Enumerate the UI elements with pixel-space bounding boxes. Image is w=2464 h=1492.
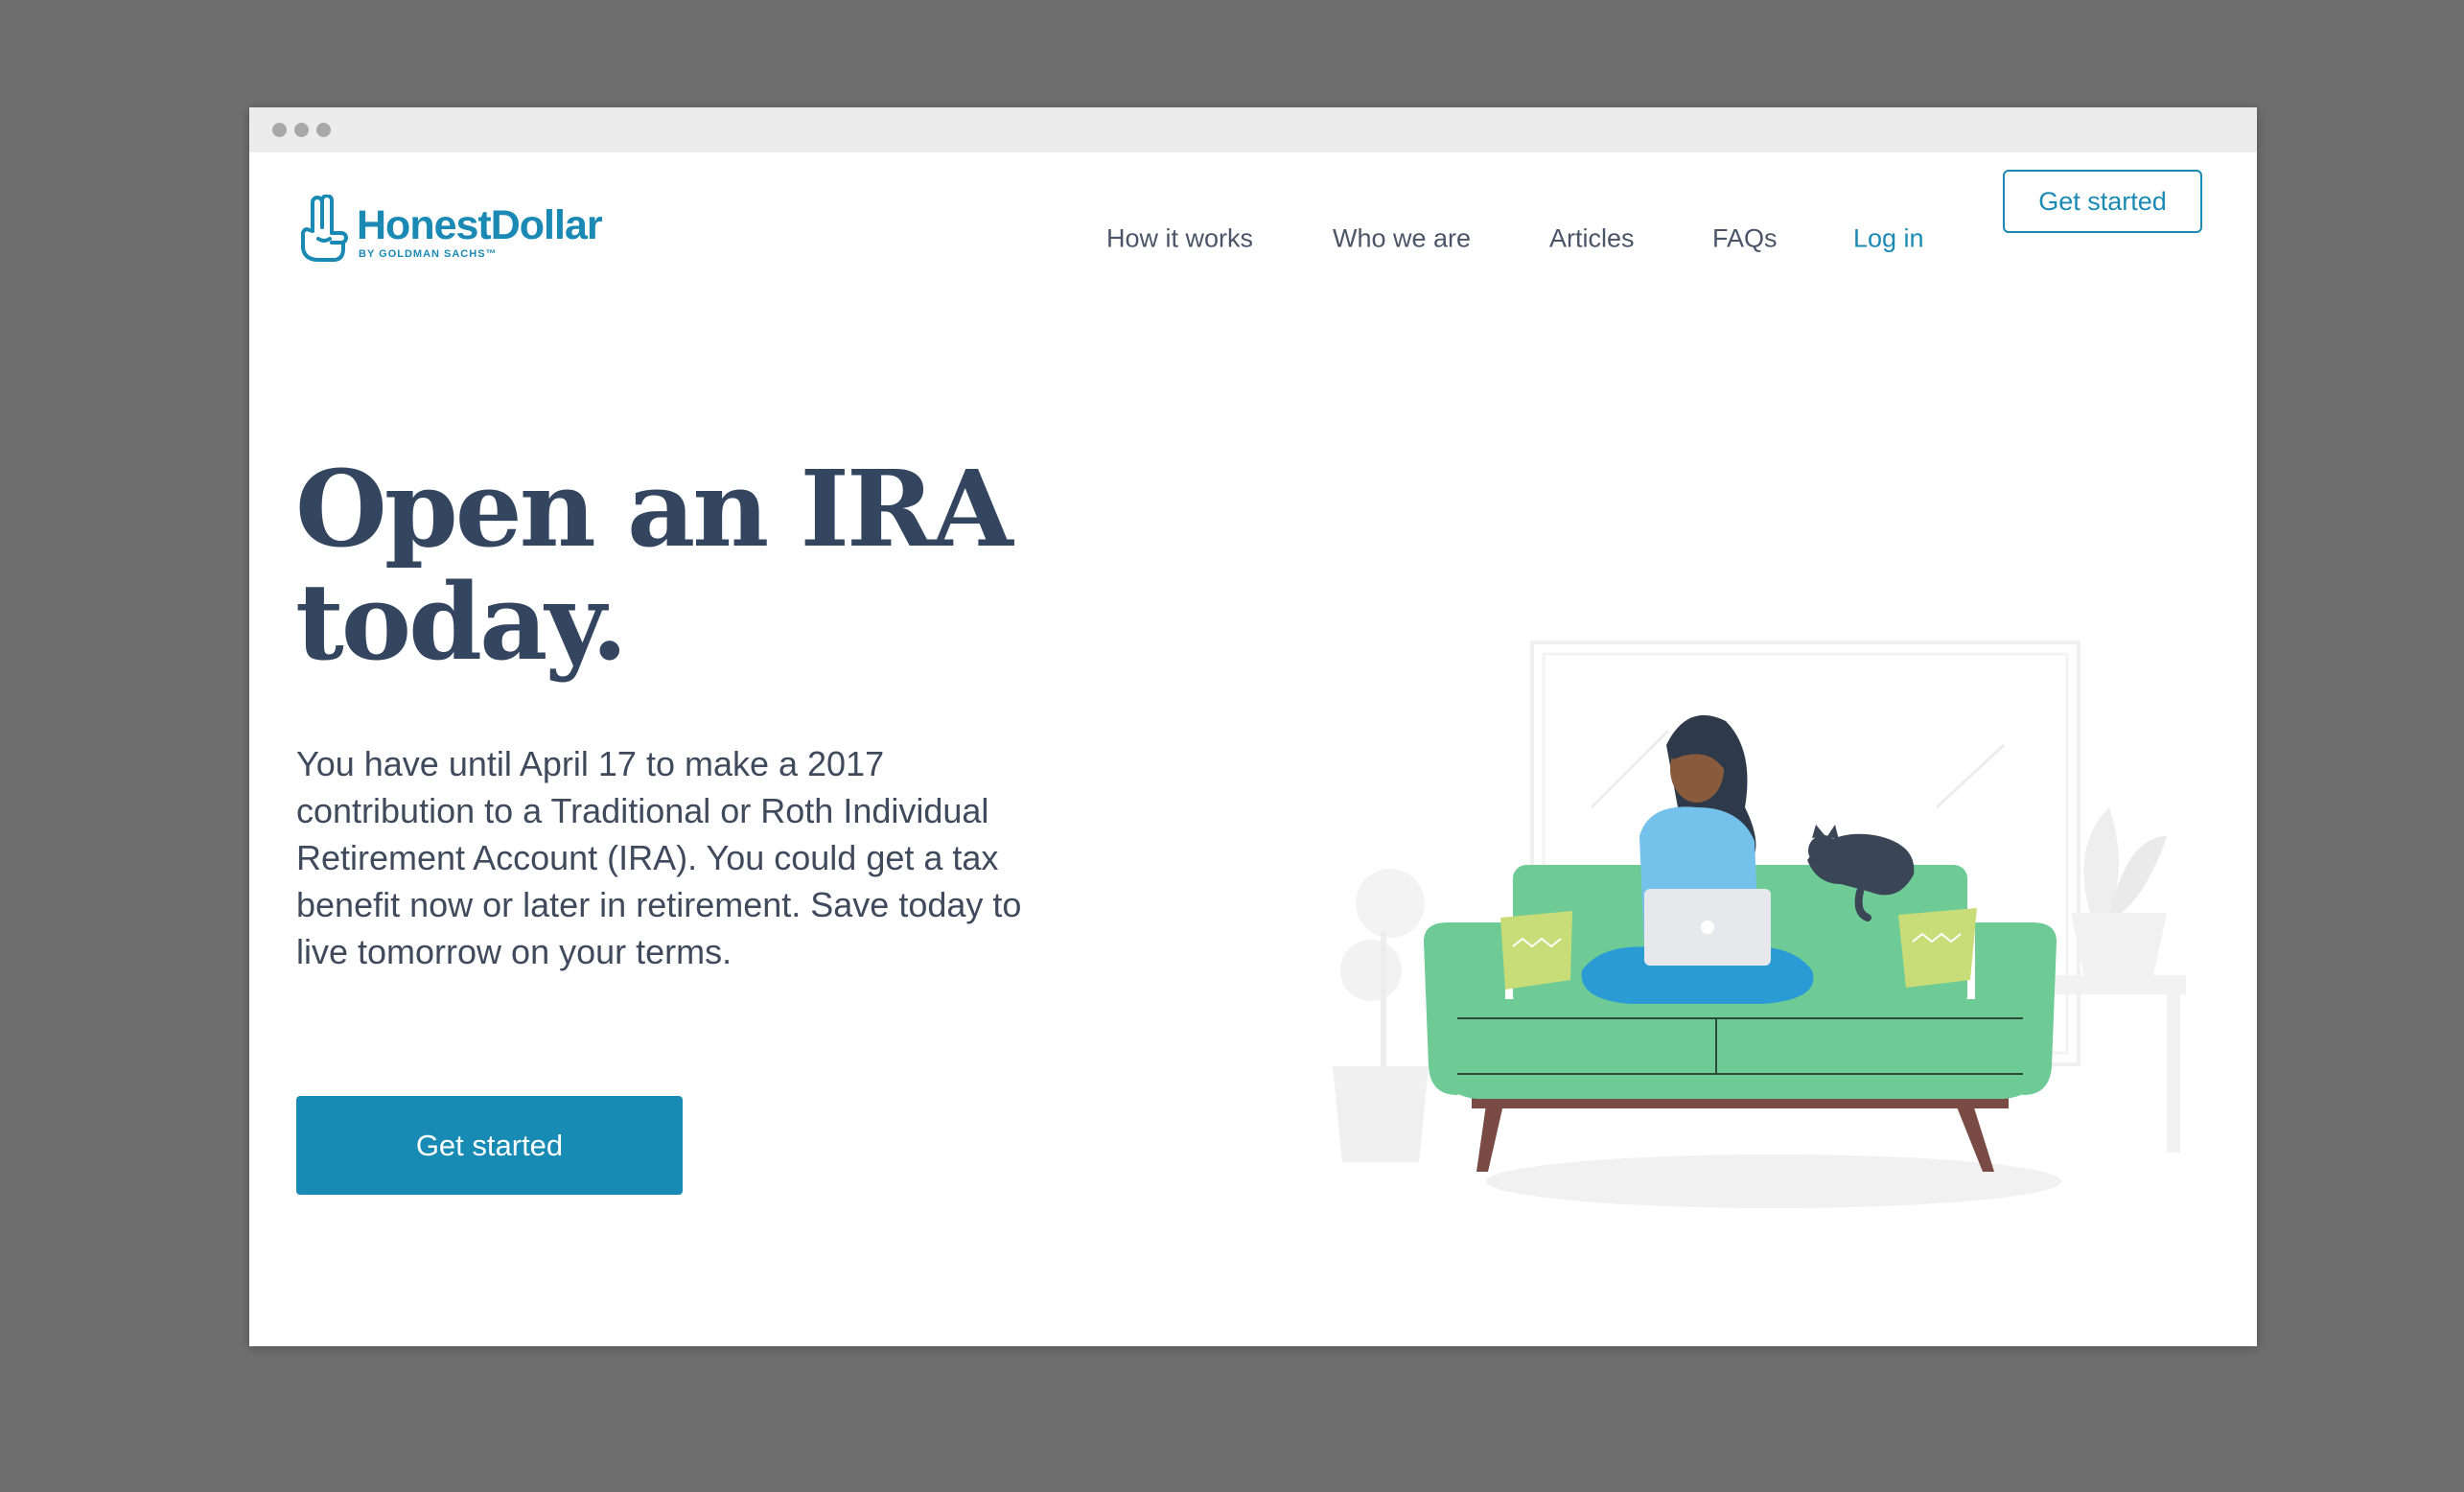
window-dot-icon[interactable]: [316, 123, 331, 137]
browser-chrome: [249, 107, 2257, 152]
hero-title-line-2: today.: [295, 560, 628, 684]
peace-hand-icon: [300, 195, 348, 262]
browser-window: HonestDollar BY GOLDMAN SACHS™ How it wo…: [249, 107, 2257, 1346]
hero-title-line-1: Open an IRA: [295, 447, 1013, 571]
header-get-started-button[interactable]: Get started: [2003, 170, 2202, 233]
login-link[interactable]: Log in: [1853, 224, 1924, 254]
woman-on-sofa-illustration: [1333, 641, 2186, 1208]
nav-faqs[interactable]: FAQs: [1712, 224, 1778, 254]
nav-how-it-works[interactable]: How it works: [1106, 224, 1253, 254]
brand-logo[interactable]: HonestDollar BY GOLDMAN SACHS™: [299, 195, 603, 264]
brand-name: HonestDollar: [357, 202, 603, 248]
brand-tagline: BY GOLDMAN SACHS™: [359, 248, 498, 260]
site-header: HonestDollar BY GOLDMAN SACHS™ How it wo…: [249, 152, 2257, 306]
nav-articles[interactable]: Articles: [1549, 224, 1635, 254]
hero-description: You have until April 17 to make a 2017 c…: [296, 744, 1022, 971]
window-dot-icon[interactable]: [294, 123, 309, 137]
hero-title: Open an IRA today.: [295, 453, 1158, 679]
hero-get-started-button[interactable]: Get started: [296, 1096, 683, 1195]
nav-who-we-are[interactable]: Who we are: [1333, 224, 1471, 254]
window-dot-icon[interactable]: [272, 123, 287, 137]
